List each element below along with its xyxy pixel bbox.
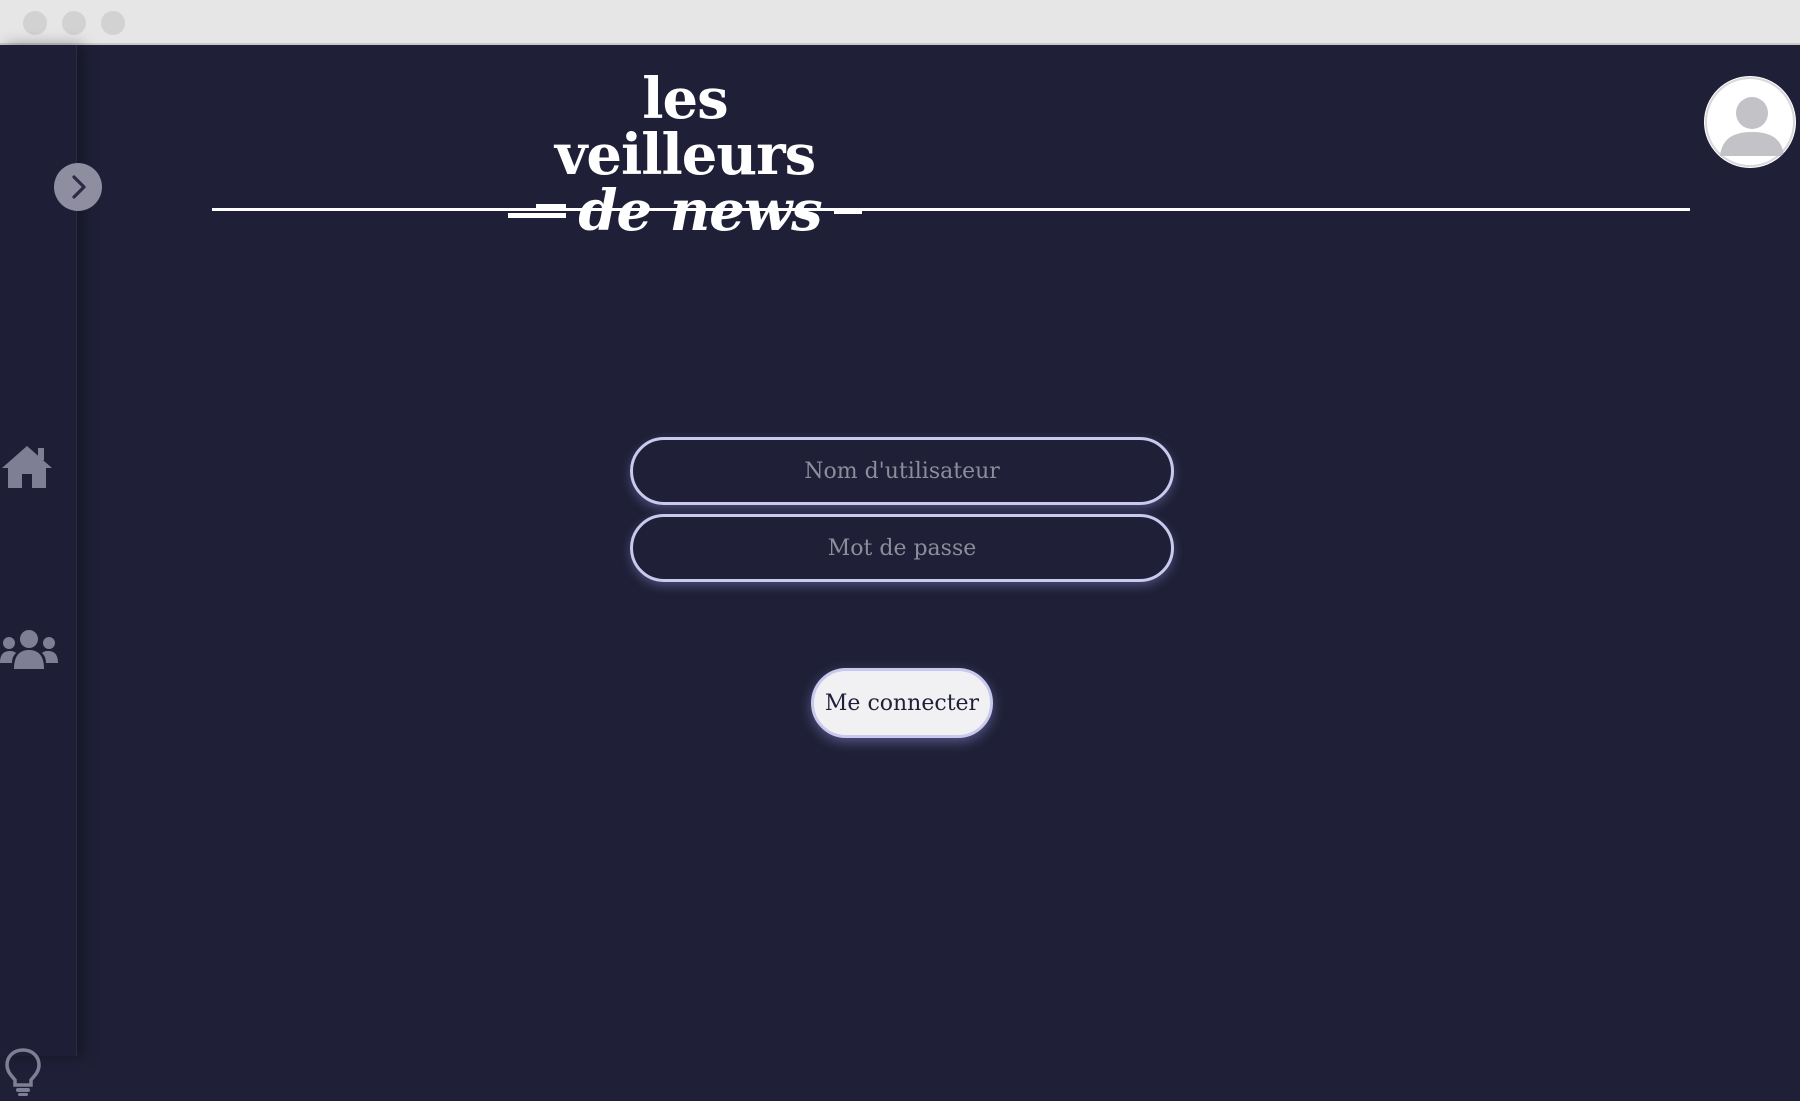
- brand-line-2-row: de news: [505, 183, 865, 239]
- brand-line-2: de news: [578, 178, 822, 244]
- lightbulb-icon: [5, 1048, 41, 1096]
- login-button[interactable]: Me connecter: [811, 668, 993, 738]
- maximize-window-button[interactable]: [101, 11, 125, 35]
- brand-logo: les veilleurs de news: [505, 71, 865, 239]
- user-avatar-button[interactable]: [1704, 76, 1796, 168]
- header-divider: [212, 208, 1690, 211]
- ideas-nav-button[interactable]: [4, 1047, 42, 1101]
- app-window: les veilleurs de news Me connecter: [0, 45, 1800, 1096]
- close-window-button[interactable]: [23, 11, 47, 35]
- users-icon: [0, 630, 58, 669]
- user-icon: [1705, 77, 1795, 167]
- sidebar-toggle-button[interactable]: [54, 163, 102, 211]
- home-nav-button[interactable]: [0, 442, 54, 494]
- username-input[interactable]: [630, 437, 1174, 505]
- home-icon: [2, 446, 52, 488]
- chevron-right-icon: [72, 175, 86, 199]
- brand-line-1: les veilleurs: [554, 66, 816, 188]
- community-nav-button[interactable]: [0, 627, 58, 677]
- password-input[interactable]: [630, 514, 1174, 582]
- brand-dash-left: [508, 204, 567, 218]
- window-titlebar: [0, 0, 1800, 45]
- minimize-window-button[interactable]: [62, 11, 86, 35]
